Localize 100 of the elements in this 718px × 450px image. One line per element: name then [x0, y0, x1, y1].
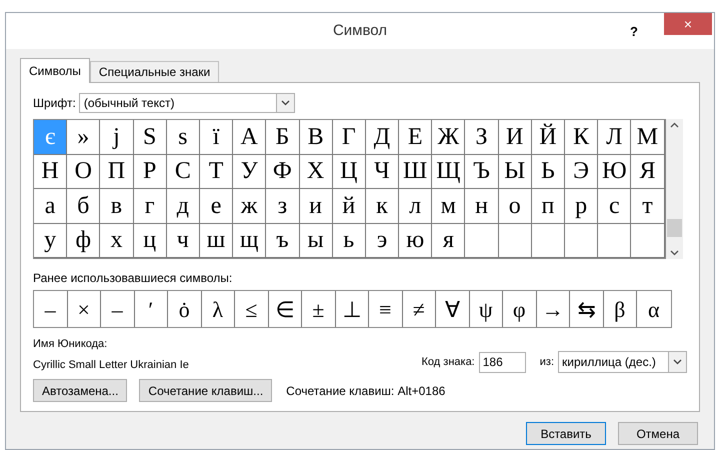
- symbol-cell[interactable]: Р: [134, 154, 167, 189]
- symbol-cell[interactable]: к: [366, 189, 400, 224]
- symbol-cell[interactable]: Б: [266, 120, 300, 154]
- recent-symbol-cell[interactable]: →: [536, 291, 570, 327]
- symbol-cell[interactable]: Е: [399, 120, 432, 154]
- symbol-cell[interactable]: ш: [200, 224, 234, 258]
- symbol-cell[interactable]: Л: [598, 120, 632, 154]
- symbol-cell[interactable]: з: [266, 189, 300, 224]
- symbol-cell[interactable]: а: [34, 189, 68, 224]
- symbol-cell[interactable]: я: [432, 224, 466, 258]
- symbol-cell[interactable]: В: [300, 120, 333, 154]
- symbol-cell[interactable]: ь: [332, 224, 366, 258]
- symbol-cell[interactable]: М: [631, 120, 665, 154]
- symbol-cell[interactable]: щ: [233, 224, 266, 258]
- symbol-cell[interactable]: Я: [631, 154, 665, 189]
- tab[interactable]: Символы: [20, 58, 90, 83]
- symbol-cell[interactable]: ц: [134, 224, 167, 258]
- recent-symbol-cell[interactable]: –: [101, 291, 134, 327]
- recent-symbol-cell[interactable]: ≤: [235, 291, 268, 327]
- symbol-cell[interactable]: К: [565, 120, 598, 154]
- symbol-cell[interactable]: Ц: [332, 154, 366, 189]
- scroll-thumb[interactable]: [666, 219, 682, 237]
- recent-symbol-cell[interactable]: ′: [134, 291, 168, 327]
- dialog-button[interactable]: Сочетание клавиш...: [139, 379, 272, 402]
- symbol-cell[interactable]: П: [100, 154, 134, 189]
- recent-symbol-cell[interactable]: ∀: [436, 291, 470, 327]
- symbol-cell[interactable]: э: [366, 224, 400, 258]
- symbol-cell[interactable]: Г: [332, 120, 366, 154]
- symbol-cell[interactable]: г: [134, 189, 167, 224]
- symbol-cell[interactable]: м: [432, 189, 466, 224]
- symbol-cell[interactable]: Ь: [532, 154, 565, 189]
- recent-symbol-cell[interactable]: ×: [68, 291, 101, 327]
- symbol-cell[interactable]: с: [598, 189, 632, 224]
- symbol-cell[interactable]: »: [67, 120, 100, 154]
- symbol-cell[interactable]: Ш: [399, 154, 432, 189]
- symbol-cell[interactable]: и: [300, 189, 333, 224]
- symbol-cell[interactable]: Й: [532, 120, 565, 154]
- symbol-cell[interactable]: ч: [166, 224, 200, 258]
- recent-symbol-cell[interactable]: ψ: [470, 291, 503, 327]
- symbol-cell[interactable]: И: [498, 120, 532, 154]
- symbol-cell[interactable]: л: [399, 189, 432, 224]
- symbol-cell[interactable]: ъ: [266, 224, 300, 258]
- symbol-cell[interactable]: S: [134, 120, 167, 154]
- symbol-cell[interactable]: й: [332, 189, 366, 224]
- symbol-cell[interactable]: С: [166, 154, 200, 189]
- scrollbar[interactable]: [666, 119, 683, 259]
- help-button[interactable]: ?: [630, 22, 638, 42]
- symbol-cell[interactable]: Н: [34, 154, 68, 189]
- symbol-cell[interactable]: s: [166, 120, 200, 154]
- symbol-cell[interactable]: т: [631, 189, 665, 224]
- symbol-cell[interactable]: п: [532, 189, 565, 224]
- symbol-cell[interactable]: ж: [233, 189, 266, 224]
- symbol-cell[interactable]: Ф: [266, 154, 300, 189]
- symbol-cell[interactable]: У: [233, 154, 266, 189]
- symbol-cell[interactable]: б: [67, 189, 100, 224]
- symbol-cell[interactable]: у: [34, 224, 68, 258]
- recent-symbol-cell[interactable]: –: [34, 291, 68, 327]
- tab[interactable]: Специальные знаки: [90, 61, 220, 82]
- symbol-cell[interactable]: ї: [200, 120, 234, 154]
- recent-symbol-cell[interactable]: ȯ: [168, 291, 202, 327]
- symbol-cell[interactable]: в: [100, 189, 134, 224]
- symbol-cell[interactable]: д: [166, 189, 200, 224]
- symbol-cell[interactable]: х: [100, 224, 134, 258]
- symbol-cell[interactable]: Ъ: [465, 154, 499, 189]
- symbol-cell[interactable]: О: [67, 154, 100, 189]
- symbol-cell[interactable]: Д: [366, 120, 400, 154]
- cancel-button[interactable]: Отмена: [618, 422, 698, 445]
- symbol-cell[interactable]: Э: [565, 154, 598, 189]
- symbol-cell[interactable]: Ч: [366, 154, 400, 189]
- symbol-cell[interactable]: ф: [67, 224, 100, 258]
- recent-symbol-cell[interactable]: φ: [503, 291, 536, 327]
- symbol-cell[interactable]: Ы: [498, 154, 532, 189]
- recent-symbol-cell[interactable]: ≠: [402, 291, 436, 327]
- char-code-field[interactable]: 186: [478, 352, 526, 372]
- symbol-cell[interactable]: А: [233, 120, 266, 154]
- font-dropdown[interactable]: (обычный текст): [78, 93, 295, 113]
- symbol-cell[interactable]: о: [498, 189, 532, 224]
- symbol-cell[interactable]: е: [200, 189, 234, 224]
- close-button[interactable]: ×: [664, 13, 712, 35]
- symbol-cell[interactable]: j: [100, 120, 134, 154]
- symbol-cell[interactable]: Ж: [432, 120, 466, 154]
- recent-symbol-cell[interactable]: ⇆: [570, 291, 604, 327]
- symbol-cell[interactable]: Ю: [598, 154, 632, 189]
- symbol-cell[interactable]: З: [465, 120, 499, 154]
- recent-symbol-cell[interactable]: ⊥: [336, 291, 369, 327]
- symbol-cell[interactable]: Х: [300, 154, 333, 189]
- scroll-up-icon[interactable]: [670, 122, 679, 128]
- symbol-cell[interactable]: ю: [399, 224, 432, 258]
- recent-symbol-cell[interactable]: ∈: [268, 291, 302, 327]
- insert-button[interactable]: Вставить: [526, 422, 606, 445]
- dialog-button[interactable]: Автозамена...: [33, 379, 128, 402]
- symbol-cell[interactable]: н: [465, 189, 499, 224]
- encoding-dropdown[interactable]: кириллица (дес.): [558, 351, 687, 373]
- recent-symbol-cell[interactable]: α: [637, 291, 670, 327]
- recent-symbol-cell[interactable]: λ: [202, 291, 235, 327]
- scroll-down-icon[interactable]: [670, 250, 679, 256]
- symbol-cell[interactable]: Т: [200, 154, 234, 189]
- recent-symbol-cell[interactable]: ≡: [369, 291, 402, 327]
- symbol-cell[interactable]: Щ: [432, 154, 466, 189]
- symbol-cell[interactable]: р: [565, 189, 598, 224]
